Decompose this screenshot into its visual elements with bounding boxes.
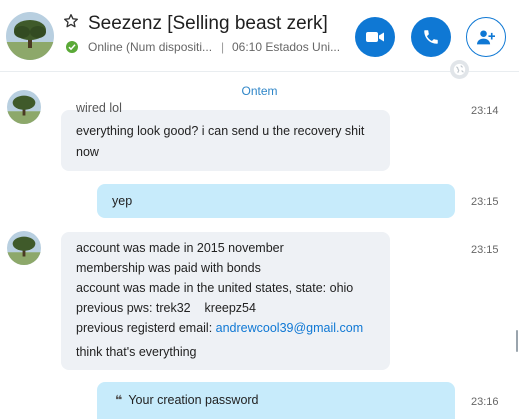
sender-avatar[interactable] [7, 90, 41, 124]
email-link[interactable]: andrewcool39@gmail.com [216, 321, 363, 335]
message-timestamp: 23:16 [471, 396, 499, 408]
add-participant-button[interactable] [466, 17, 506, 57]
add-person-icon [477, 30, 495, 45]
message-text: yep [112, 194, 133, 208]
phone-call-icon [424, 30, 438, 44]
date-separator: Ontem [241, 84, 278, 98]
contact-local-time: 06:10 Estados Uni... [232, 40, 341, 54]
contact-name[interactable]: Seezenz [Selling beast zerk] [88, 13, 328, 35]
message-bubble[interactable]: wired lol everything look good? i can se… [61, 101, 390, 171]
message-partial-line: wired lol [76, 101, 122, 115]
quote-icon: ❝ [115, 393, 123, 407]
message-text: previous pws: trek32 kreepz54 [76, 301, 256, 315]
message-text: previous registerd email: [76, 321, 216, 335]
message-bubble[interactable]: ❝ Your creation password [97, 382, 455, 419]
audio-call-button[interactable] [411, 17, 451, 57]
presence-status: Online (Num dispositi... [88, 40, 213, 54]
message-bubble[interactable]: yep [97, 184, 455, 218]
video-call-button[interactable] [355, 17, 395, 57]
status-separator: | [221, 40, 225, 54]
video-call-icon [366, 32, 384, 42]
scrollbar-thumb[interactable] [516, 330, 518, 352]
message-text: everything look good? i can send u the r… [76, 124, 365, 138]
message-text: membership was paid with bonds [76, 261, 261, 275]
contact-avatar[interactable] [6, 12, 54, 60]
sender-avatar[interactable] [7, 231, 41, 265]
online-status-check-icon [66, 41, 78, 53]
message-text-with-link: previous registerd email: andrewcool39@g… [76, 318, 363, 338]
message-bubble[interactable]: account was made in 2015 november member… [61, 232, 390, 370]
quote-text: Your creation password [128, 393, 259, 407]
favorite-star-icon[interactable] [63, 13, 81, 31]
message-text: now [76, 145, 99, 159]
message-timestamp: 23:15 [471, 244, 499, 256]
message-text: account was made in 2015 november [76, 241, 284, 255]
message-text: account was made in the united states, s… [76, 281, 354, 295]
message-list[interactable]: Ontem wired lol everything look good? i … [0, 72, 519, 419]
conversation-header: Seezenz [Selling beast zerk] Online (Num… [0, 0, 519, 79]
message-text: think that's everything [76, 345, 197, 359]
message-timestamp: 23:14 [471, 105, 499, 117]
quoted-message: ❝ Your creation password [115, 390, 259, 410]
message-timestamp: 23:15 [471, 196, 499, 208]
